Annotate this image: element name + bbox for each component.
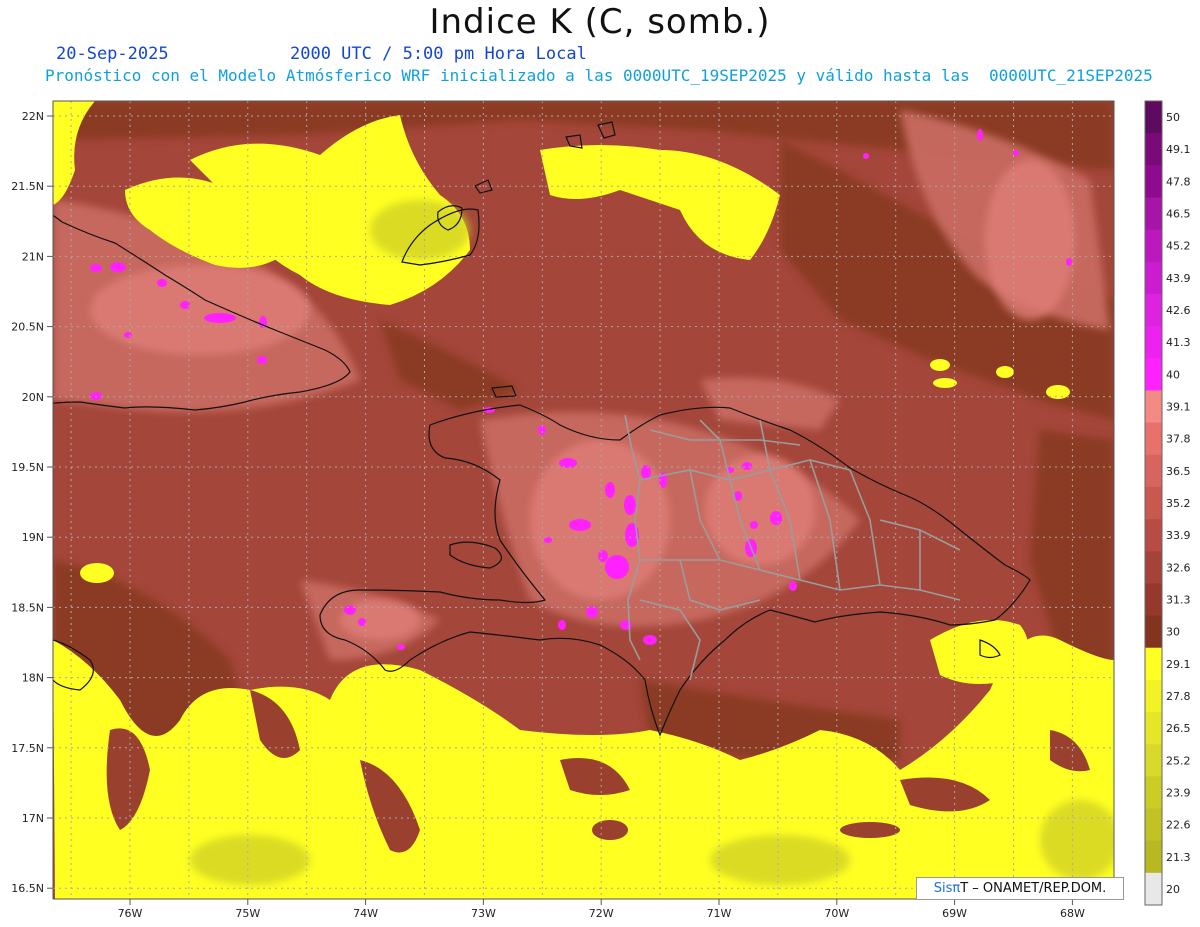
lat-label-11: 16.5N (11, 882, 44, 895)
lon-label-5: 71W (707, 907, 732, 920)
colorbar-label-19: 26.5 (1166, 722, 1191, 735)
colorbar-label-2: 47.8 (1166, 175, 1191, 188)
colorbar-label-3: 46.5 (1166, 208, 1191, 221)
colorbar-label-6: 42.6 (1166, 304, 1191, 317)
colorbar-swatch-5 (1145, 261, 1162, 295)
lat-label-6: 19N (22, 531, 44, 544)
lon-label-7: 69W (942, 907, 967, 920)
colorbar-swatch-15 (1145, 583, 1162, 617)
lat-label-0: 22N (22, 110, 44, 123)
lon-label-3: 73W (471, 907, 496, 920)
lon-label-4: 72W (589, 907, 614, 920)
colorbar-label-14: 32.6 (1166, 561, 1191, 574)
colorbar-swatch-11 (1145, 454, 1162, 488)
colorbar-label-9: 39.1 (1166, 401, 1191, 414)
colorbar-label-21: 23.9 (1166, 786, 1191, 799)
credit-sis: Sis (933, 881, 953, 896)
colorbar-swatch-2 (1145, 165, 1162, 198)
colorbar-swatch-17 (1145, 647, 1162, 681)
lat-label-10: 17N (22, 812, 44, 825)
colorbar: 50 49.1 47.8 46.5 45.2 43.9 42.6 41.3 40 39.1 37.8… (1144, 100, 1191, 906)
colorbar-label-13: 33.9 (1166, 529, 1191, 542)
colorbar-swatch-0 (1145, 101, 1162, 134)
colorbar-swatch-1 (1145, 133, 1162, 166)
colorbar-label-18: 27.8 (1166, 690, 1191, 703)
lat-label-8: 18N (22, 672, 44, 685)
colorbar-swatch-4 (1145, 229, 1162, 263)
colorbar-label-16: 30 (1166, 626, 1180, 639)
credit-rest: T – ONAMET/REP.DOM. (960, 881, 1107, 896)
lat-label-9: 17.5N (11, 742, 44, 755)
colorbar-swatch-24 (1145, 872, 1162, 906)
colorbar-swatch-20 (1145, 744, 1162, 777)
lon-label-2: 74W (353, 907, 378, 920)
lon-label-6: 70W (824, 907, 849, 920)
colorbar-swatch-10 (1145, 422, 1162, 456)
colorbar-label-15: 31.3 (1166, 593, 1191, 606)
colorbar-label-0: 50 (1166, 111, 1180, 124)
colorbar-label-10: 37.8 (1166, 433, 1191, 446)
credit-pi: π (952, 881, 961, 896)
lat-label-4: 20N (22, 391, 44, 404)
colorbar-swatch-13 (1145, 519, 1162, 552)
colorbar-swatch-19 (1145, 712, 1162, 745)
colorbar-swatch-3 (1145, 197, 1162, 231)
colorbar-label-4: 45.2 (1166, 240, 1191, 253)
colorbar-label-22: 22.6 (1166, 819, 1191, 832)
longitude-labels: 76W 75W 74W 73W 72W 71W 70W 69W 68W (118, 899, 1085, 920)
lon-label-8: 68W (1060, 907, 1085, 920)
colorbar-swatch-8 (1145, 358, 1162, 391)
colorbar-swatch-21 (1145, 776, 1162, 810)
lat-label-5: 19.5N (11, 461, 44, 474)
k-index-map: 22N 21.5N 21N 20.5N 20N 19.5N 19N 18.5N 18N 17.5N… (11, 100, 1191, 920)
colorbar-swatch-9 (1145, 390, 1162, 424)
colorbar-swatch-22 (1145, 808, 1162, 842)
colorbar-label-23: 21.3 (1166, 851, 1191, 864)
colorbar-label-12: 35.2 (1166, 497, 1191, 510)
lat-label-7: 18.5N (11, 601, 44, 614)
colorbar-swatch-18 (1145, 679, 1162, 713)
colorbar-swatch-14 (1145, 551, 1162, 584)
colorbar-label-5: 43.9 (1166, 272, 1191, 285)
colorbar-label-24: 20 (1166, 883, 1180, 896)
colorbar-label-20: 25.2 (1166, 754, 1191, 767)
lat-label-1: 21.5N (11, 180, 44, 193)
colorbar-swatch-7 (1145, 326, 1162, 359)
lat-label-3: 20.5N (11, 321, 44, 334)
lon-label-1: 75W (235, 907, 260, 920)
colorbar-label-1: 49.1 (1166, 143, 1191, 156)
colorbar-label-7: 41.3 (1166, 336, 1191, 349)
colorbar-swatch-6 (1145, 293, 1162, 327)
credit-box: SisπT – ONAMET/REP.DOM. (916, 877, 1124, 900)
colorbar-label-11: 36.5 (1166, 465, 1191, 478)
lon-label-0: 76W (118, 907, 143, 920)
colorbar-swatch-16 (1145, 615, 1162, 649)
latitude-labels: 22N 21.5N 21N 20.5N 20N 19.5N 19N 18.5N 18N 17.5N… (11, 110, 53, 895)
colorbar-label-17: 29.1 (1166, 658, 1191, 671)
colorbar-swatch-23 (1145, 840, 1162, 874)
colorbar-label-8: 40 (1166, 368, 1180, 381)
lat-label-2: 21N (22, 250, 44, 263)
colorbar-swatch-12 (1145, 486, 1162, 520)
